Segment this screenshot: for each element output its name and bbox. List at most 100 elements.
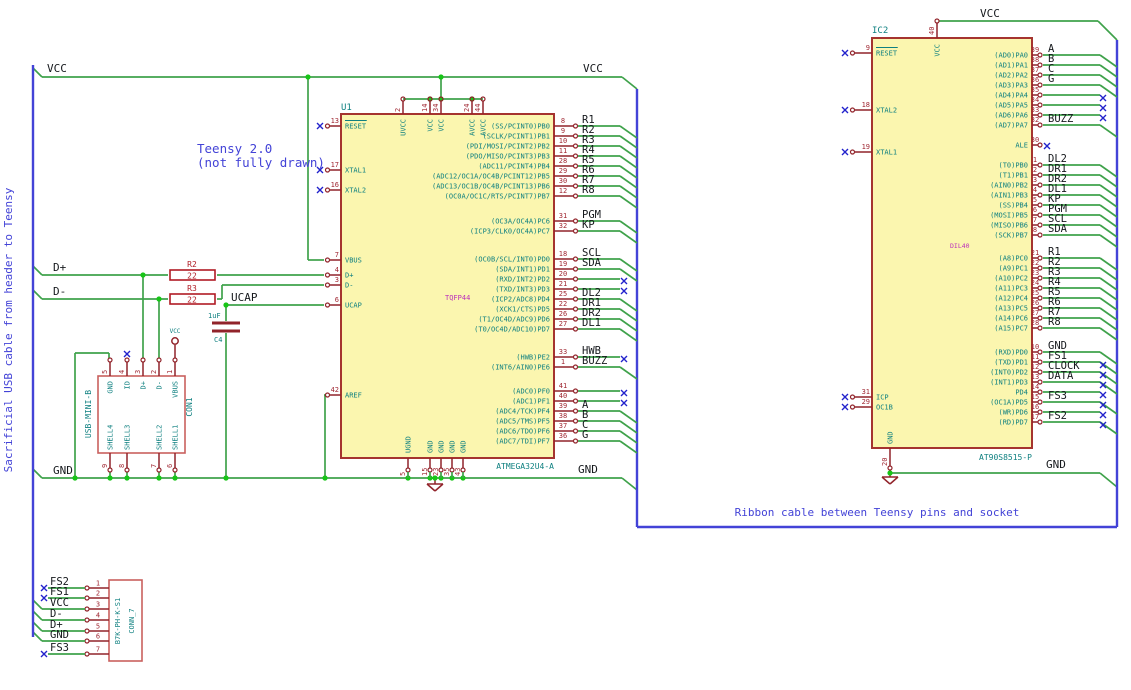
pin-end[interactable] <box>572 306 579 312</box>
bus-entry[interactable] <box>619 298 638 312</box>
net-label-dplus[interactable]: D+ <box>53 261 67 274</box>
bus-entry[interactable] <box>1099 204 1118 218</box>
bus-entry[interactable] <box>1099 234 1118 248</box>
bus-entry[interactable] <box>619 165 638 179</box>
pin-end[interactable] <box>84 595 90 601</box>
bus-entry[interactable] <box>619 366 638 380</box>
pin-end[interactable] <box>172 357 178 363</box>
pin-end[interactable] <box>572 408 579 414</box>
pin-end[interactable] <box>572 228 579 234</box>
pin-end[interactable] <box>324 282 331 288</box>
pin-end[interactable] <box>572 183 579 189</box>
bus-entry[interactable] <box>1099 267 1118 281</box>
bus-entry[interactable] <box>619 155 638 169</box>
net-label-vcc[interactable]: VCC <box>47 62 67 75</box>
net-label[interactable]: G <box>1048 73 1054 85</box>
net-label[interactable]: FS2 <box>1048 410 1067 422</box>
no-connect-icon[interactable] <box>1099 411 1107 419</box>
bus-entry[interactable] <box>619 420 638 434</box>
wire[interactable] <box>32 67 43 78</box>
no-connect-icon[interactable] <box>1099 391 1107 399</box>
pin-end[interactable] <box>324 187 331 193</box>
net-label-vcc[interactable]: VCC <box>583 62 603 75</box>
pin-end[interactable] <box>84 606 90 612</box>
net-label-dminus[interactable]: D- <box>53 285 66 298</box>
net-label[interactable]: R8 <box>1048 316 1061 328</box>
r2-reference[interactable]: R2 <box>187 260 197 269</box>
net-label-vcc[interactable]: VCC <box>980 7 1000 20</box>
bus-entry[interactable] <box>1099 84 1118 98</box>
pin-end[interactable] <box>140 357 146 363</box>
pin-end[interactable] <box>572 286 579 292</box>
c4-reference[interactable]: C4 <box>214 336 222 344</box>
wire[interactable] <box>32 621 43 632</box>
pin-end[interactable] <box>1037 222 1043 228</box>
pin-end[interactable] <box>572 218 579 224</box>
no-connect-icon[interactable] <box>620 277 628 285</box>
pin-end[interactable] <box>324 302 331 308</box>
pin-end[interactable] <box>572 163 579 169</box>
wire[interactable] <box>1097 20 1118 41</box>
no-connect-icon[interactable] <box>1043 142 1051 150</box>
net-label[interactable]: R8 <box>582 184 595 196</box>
pin-end[interactable] <box>84 628 90 634</box>
no-connect-icon[interactable] <box>40 650 48 658</box>
bus-entry[interactable] <box>619 258 638 272</box>
pin-end[interactable] <box>572 326 579 332</box>
wire[interactable] <box>32 468 43 479</box>
pin-end[interactable] <box>405 467 411 473</box>
bus-entry[interactable] <box>619 195 638 209</box>
no-connect-icon[interactable] <box>316 186 324 194</box>
no-connect-icon[interactable] <box>40 584 48 592</box>
net-label[interactable]: KP <box>582 219 595 231</box>
pin-end[interactable] <box>572 193 579 199</box>
pin-end[interactable] <box>572 388 579 394</box>
bus-entry[interactable] <box>1099 297 1118 311</box>
pin-end[interactable] <box>1037 162 1043 168</box>
pin-end[interactable] <box>572 256 579 262</box>
pin-end[interactable] <box>572 438 579 444</box>
pin-end[interactable] <box>572 354 579 360</box>
net-label[interactable]: GND <box>50 629 69 641</box>
bus-entry[interactable] <box>1099 214 1118 228</box>
no-connect-icon[interactable] <box>620 389 628 397</box>
wire[interactable] <box>32 631 43 642</box>
no-connect-icon[interactable] <box>841 393 849 401</box>
pin-end[interactable] <box>572 418 579 424</box>
pin-end[interactable] <box>572 364 579 370</box>
no-connect-icon[interactable] <box>620 287 628 295</box>
bus-entry[interactable] <box>1099 124 1118 138</box>
no-connect-icon[interactable] <box>841 403 849 411</box>
conn7-reference[interactable]: CONN_7 <box>128 608 136 633</box>
bus-entry[interactable] <box>1099 164 1118 178</box>
pin-end[interactable] <box>1037 192 1043 198</box>
r3-value[interactable]: 22 <box>187 296 197 305</box>
bus-entry[interactable] <box>619 328 638 342</box>
bus-entry[interactable] <box>619 440 638 454</box>
no-connect-icon[interactable] <box>40 594 48 602</box>
pin-end[interactable] <box>934 18 940 24</box>
pin-end[interactable] <box>1037 202 1043 208</box>
pin-end[interactable] <box>572 316 579 322</box>
bus-entry[interactable] <box>1099 307 1118 321</box>
no-connect-icon[interactable] <box>1099 114 1107 122</box>
net-label[interactable]: FS3 <box>1048 390 1067 402</box>
bus-entry[interactable] <box>1099 277 1118 291</box>
pin-end[interactable] <box>124 357 130 363</box>
bus-entry[interactable] <box>619 145 638 159</box>
ic2-reference[interactable]: IC2 <box>872 26 888 36</box>
net-label-gnd[interactable]: GND <box>578 463 598 476</box>
pin-end[interactable] <box>1037 232 1043 238</box>
net-label[interactable]: DL1 <box>582 317 601 329</box>
bus-entry[interactable] <box>619 308 638 322</box>
bus-entry[interactable] <box>1099 174 1118 188</box>
wire[interactable] <box>32 599 43 610</box>
bus-entry[interactable] <box>619 135 638 149</box>
pin-end[interactable] <box>849 107 856 113</box>
bus-entry[interactable] <box>1099 74 1118 88</box>
net-label-gnd[interactable]: GND <box>53 464 73 477</box>
net-label[interactable]: G <box>582 429 588 441</box>
pin-end[interactable] <box>849 50 856 56</box>
no-connect-icon[interactable] <box>841 106 849 114</box>
bus-entry[interactable] <box>619 125 638 139</box>
